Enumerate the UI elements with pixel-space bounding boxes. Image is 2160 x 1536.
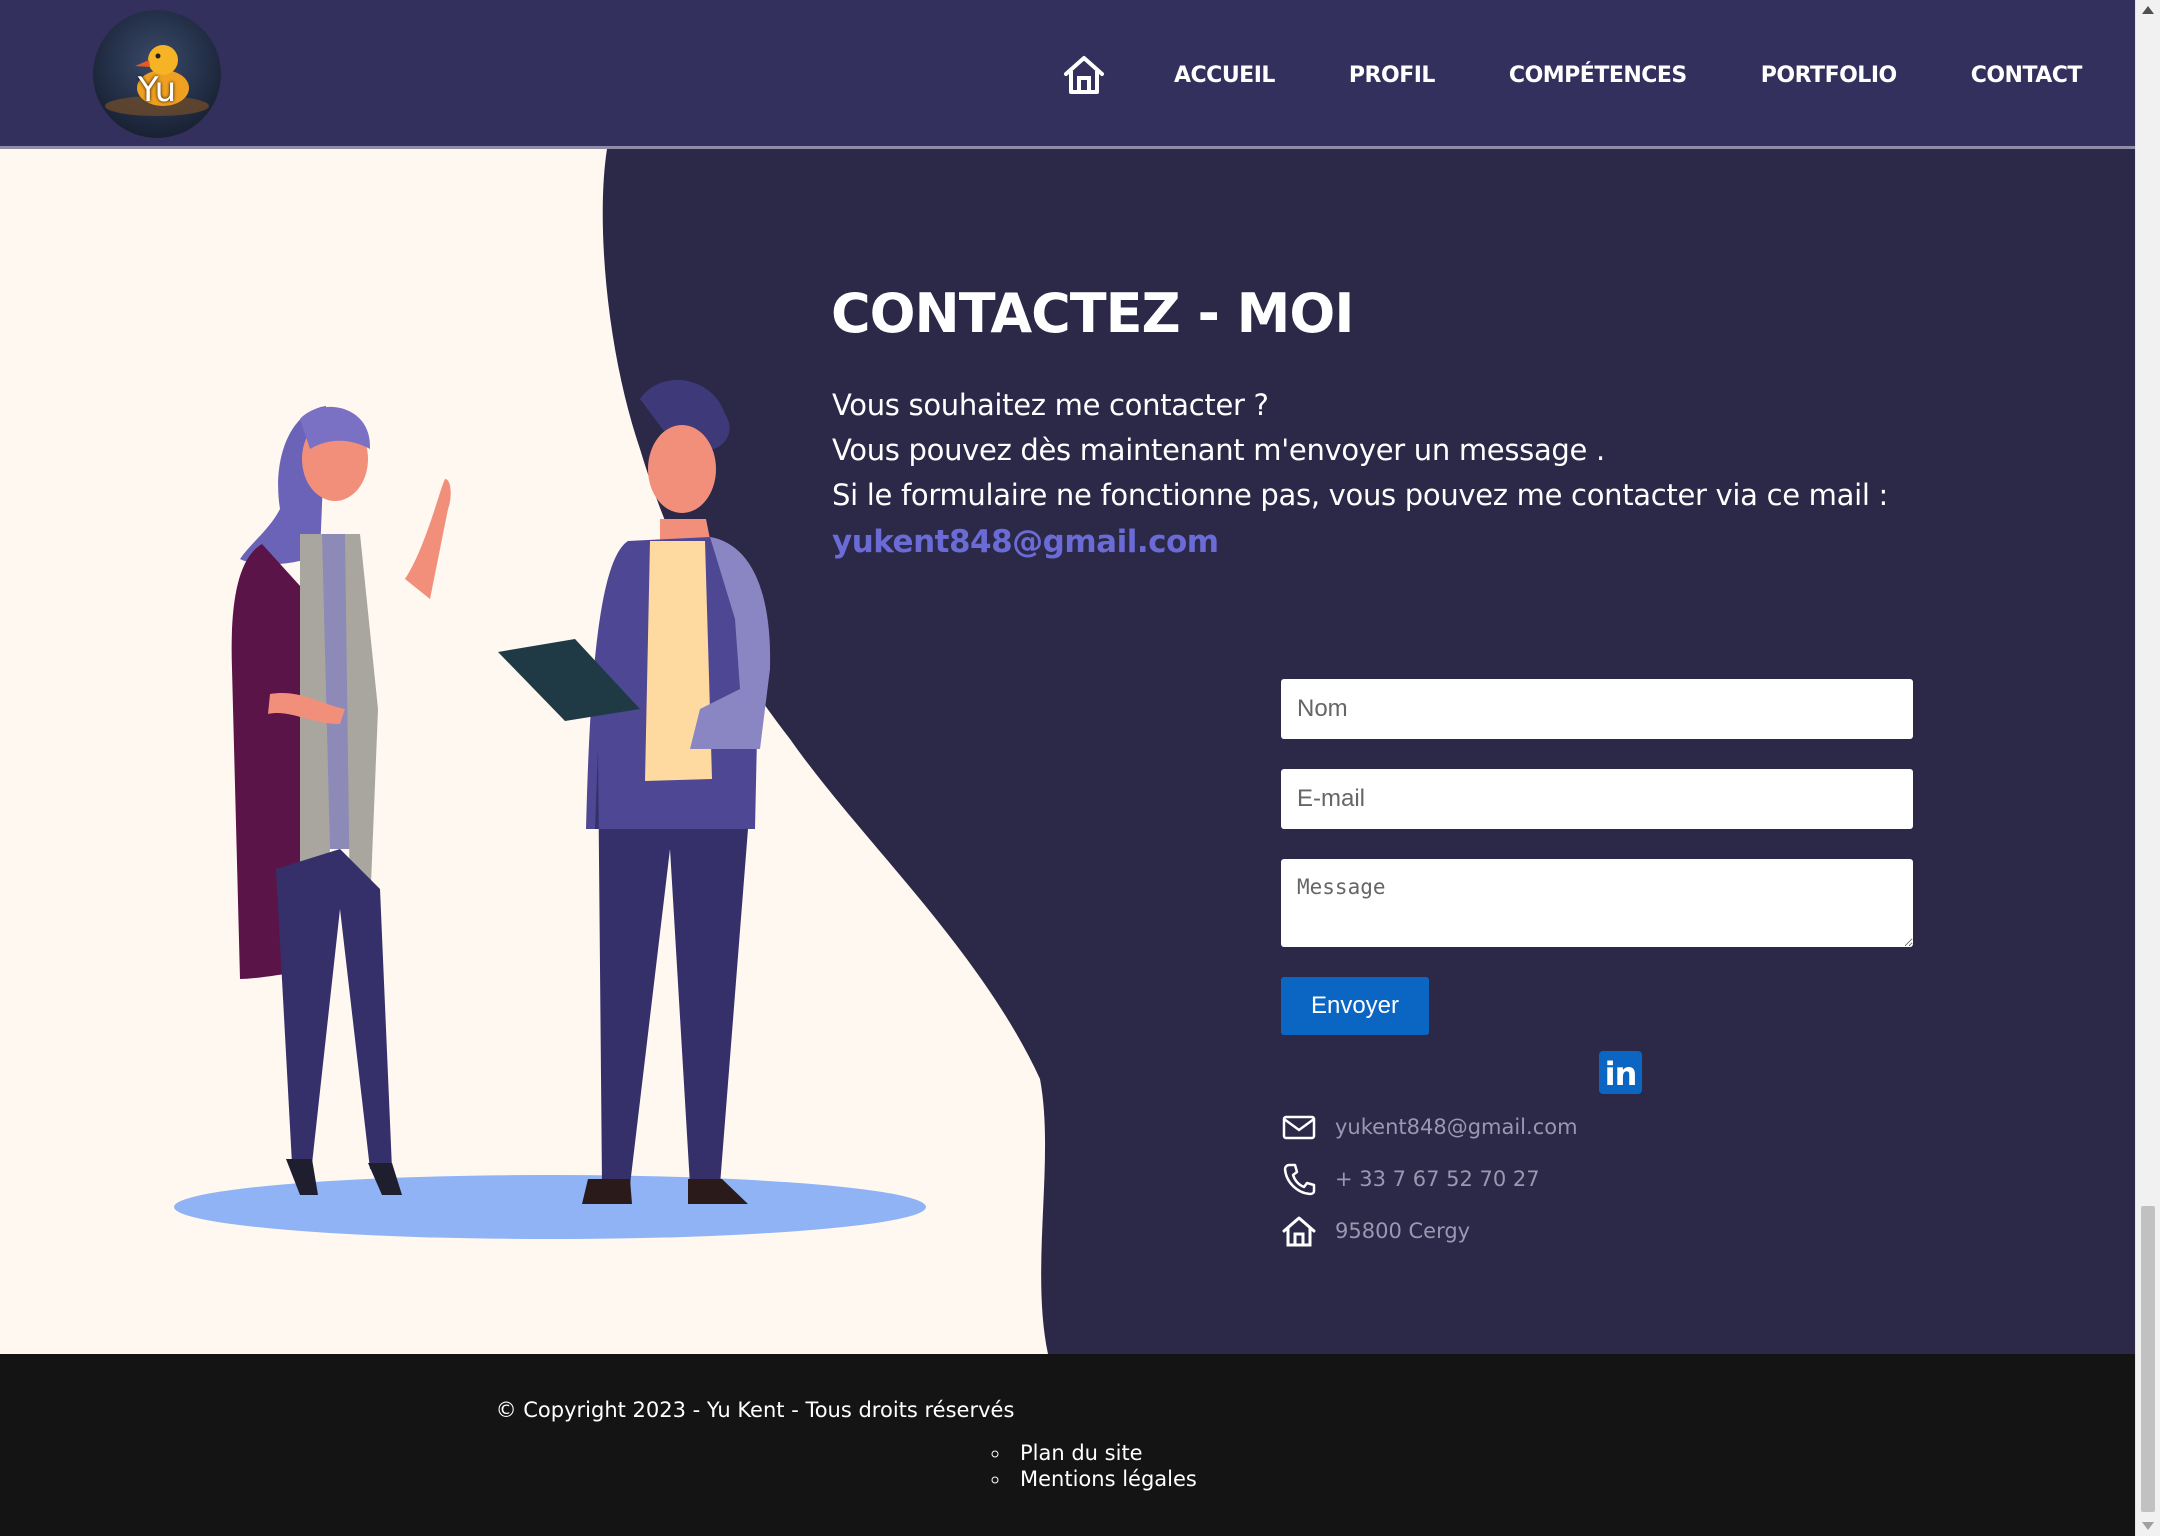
email-input[interactable]: [1281, 769, 1913, 829]
intro-line-2: Vous pouvez dès maintenant m'envoyer un …: [832, 433, 1605, 467]
nav-item-portfolio[interactable]: PORTFOLIO: [1761, 63, 1897, 88]
scroll-down-arrow-icon[interactable]: [2142, 1522, 2154, 1530]
contact-form: Envoyer: [1281, 679, 1913, 1035]
info-address: 95800 Cergy: [1335, 1219, 1471, 1243]
site-footer: © Copyright 2023 - Yu Kent - Tous droits…: [0, 1354, 2135, 1536]
email-link[interactable]: yukent848@gmail.com: [832, 520, 1888, 565]
vertical-scrollbar[interactable]: [2135, 0, 2160, 1536]
home-icon: [1282, 1216, 1316, 1247]
info-phone-row: + 33 7 67 52 70 27: [1281, 1153, 1578, 1205]
copyright-text: © Copyright 2023 - Yu Kent - Tous droits…: [495, 1398, 1015, 1422]
name-input[interactable]: [1281, 679, 1913, 739]
footer-links: Plan du site Mentions légales: [992, 1440, 1197, 1492]
nav-item-contact[interactable]: CONTACT: [1971, 63, 2083, 88]
logo-text: Yu: [137, 70, 177, 110]
footer-link-plan-du-site[interactable]: Plan du site: [992, 1440, 1197, 1466]
site-header: Yu ACCUEIL PROFIL COMPÉTENCES PORTFOLIO …: [0, 0, 2135, 149]
nav-item-accueil[interactable]: ACCUEIL: [1174, 63, 1275, 88]
main-nav: ACCUEIL PROFIL COMPÉTENCES PORTFOLIO CON…: [1062, 55, 2082, 95]
logo[interactable]: Yu: [93, 10, 221, 138]
contact-title: CONTACTEZ - MOI: [831, 282, 1354, 345]
intro-line-1: Vous souhaitez me contacter ?: [832, 388, 1269, 422]
intro-line-3: Si le formulaire ne fonctionne pas, vous…: [832, 478, 1888, 512]
scrollbar-thumb[interactable]: [2141, 1206, 2155, 1512]
nav-item-profil[interactable]: PROFIL: [1349, 63, 1436, 88]
message-textarea[interactable]: [1281, 859, 1913, 947]
info-phone[interactable]: + 33 7 67 52 70 27: [1335, 1167, 1540, 1191]
contact-info: yukent848@gmail.com + 33 7 67 52 70 27 9…: [1281, 1101, 1578, 1257]
footer-link-mentions-legales[interactable]: Mentions légales: [992, 1466, 1197, 1492]
info-address-row: 95800 Cergy: [1281, 1205, 1578, 1257]
contact-section: CONTACTEZ - MOI Vous souhaitez me contac…: [0, 149, 2135, 1354]
home-icon[interactable]: [1062, 53, 1106, 97]
phone-icon: [1283, 1163, 1316, 1196]
contact-intro: Vous souhaitez me contacter ? Vous pouve…: [832, 383, 1888, 565]
info-email[interactable]: yukent848@gmail.com: [1335, 1115, 1578, 1139]
nav-item-competences[interactable]: COMPÉTENCES: [1509, 63, 1687, 88]
send-button[interactable]: Envoyer: [1281, 977, 1429, 1035]
scroll-up-arrow-icon[interactable]: [2142, 6, 2154, 14]
info-email-row: yukent848@gmail.com: [1281, 1101, 1578, 1153]
mail-icon: [1282, 1115, 1316, 1140]
linkedin-icon[interactable]: in: [1599, 1051, 1642, 1094]
